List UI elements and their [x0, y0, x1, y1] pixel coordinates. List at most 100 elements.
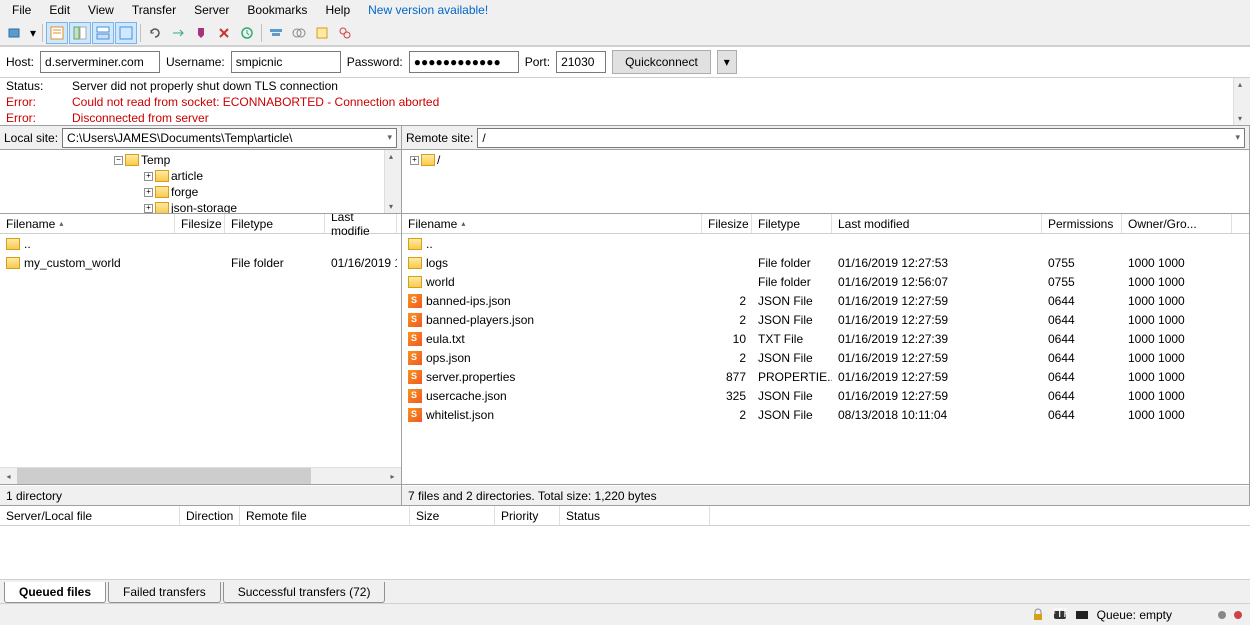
menu-transfer[interactable]: Transfer — [124, 1, 184, 19]
column-header[interactable]: Permissions — [1042, 214, 1122, 233]
tree-item[interactable]: +/ — [406, 152, 1245, 168]
toggle-log-button[interactable] — [46, 22, 68, 44]
queue-tab[interactable]: Successful transfers (72) — [223, 582, 386, 603]
sitemanager-button[interactable] — [4, 22, 26, 44]
menu-view[interactable]: View — [80, 1, 122, 19]
menu-server[interactable]: Server — [186, 1, 237, 19]
transfer-queue[interactable]: Server/Local fileDirectionRemote fileSiz… — [0, 505, 1250, 579]
remote-tree[interactable]: +/ — [402, 150, 1249, 214]
file-cell: 1000 1000 — [1122, 331, 1232, 347]
column-header[interactable]: Remote file — [240, 506, 410, 525]
menu-bookmarks[interactable]: Bookmarks — [239, 1, 315, 19]
column-header[interactable]: Filesize — [175, 214, 225, 233]
compare-button[interactable] — [288, 22, 310, 44]
tree-expand-icon[interactable]: + — [144, 172, 153, 181]
list-item[interactable]: usercache.json325JSON File01/16/2019 12:… — [402, 386, 1249, 405]
list-item[interactable]: .. — [402, 234, 1249, 253]
file-cell: 2 — [702, 293, 752, 309]
tree-expand-icon[interactable]: − — [114, 156, 123, 165]
tree-item[interactable]: +article — [4, 168, 397, 184]
column-header[interactable]: Filename▴ — [0, 214, 175, 233]
username-input[interactable] — [231, 51, 341, 73]
column-header[interactable]: Direction — [180, 506, 240, 525]
host-input[interactable] — [40, 51, 160, 73]
port-input[interactable] — [556, 51, 606, 73]
cancel-button[interactable] — [190, 22, 212, 44]
file-cell: JSON File — [752, 407, 832, 423]
quickconnect-button[interactable]: Quickconnect — [612, 50, 711, 74]
process-queue-button[interactable] — [167, 22, 189, 44]
tree-expand-icon[interactable]: + — [144, 188, 153, 197]
tree-expand-icon[interactable]: + — [410, 156, 419, 165]
refresh-button[interactable] — [144, 22, 166, 44]
remote-listview[interactable]: Filename▴FilesizeFiletypeLast modifiedPe… — [402, 214, 1249, 485]
log-scrollbar[interactable] — [1233, 78, 1250, 125]
log-message: Could not read from socket: ECONNABORTED… — [72, 94, 439, 110]
local-h-scrollbar[interactable]: ◂▸ — [0, 467, 401, 484]
list-item[interactable]: banned-players.json2JSON File01/16/2019 … — [402, 310, 1249, 329]
column-header[interactable]: Priority — [495, 506, 560, 525]
tree-item[interactable]: +forge — [4, 184, 397, 200]
sync-browse-button[interactable] — [311, 22, 333, 44]
queue-tab[interactable]: Queued files — [4, 582, 106, 603]
filter-button[interactable] — [265, 22, 287, 44]
local-listview[interactable]: Filename▴FilesizeFiletypeLast modifie ..… — [0, 214, 401, 485]
svg-text:FTP: FTP — [1053, 608, 1067, 620]
column-header[interactable]: Filetype — [225, 214, 325, 233]
log-label: Status: — [6, 78, 72, 94]
tree-item[interactable]: +json-storage — [4, 200, 397, 214]
tree-item[interactable]: −Temp — [4, 152, 397, 168]
sitemanager-dropdown[interactable]: ▾ — [27, 22, 39, 44]
log-message: Disconnected from server — [72, 110, 209, 126]
file-cell — [702, 281, 752, 283]
queue-tab[interactable]: Failed transfers — [108, 582, 221, 603]
file-cell — [832, 243, 1042, 245]
column-header[interactable]: Filetype — [752, 214, 832, 233]
column-header[interactable]: Filesize — [702, 214, 752, 233]
menu-help[interactable]: Help — [317, 1, 358, 19]
toggle-queue-button[interactable] — [92, 22, 114, 44]
file-cell — [1122, 243, 1232, 245]
file-icon — [408, 332, 422, 346]
file-cell: 01/16/2019 12:27:59 — [832, 369, 1042, 385]
password-input[interactable] — [409, 51, 519, 73]
toggle-transfers-button[interactable] — [115, 22, 137, 44]
list-item[interactable]: my_custom_worldFile folder01/16/2019 1 — [0, 253, 401, 272]
file-cell: 01/16/2019 12:27:53 — [832, 255, 1042, 271]
file-cell: 01/16/2019 12:56:07 — [832, 274, 1042, 290]
search-button[interactable] — [334, 22, 356, 44]
column-header[interactable]: Owner/Gro... — [1122, 214, 1232, 233]
list-item[interactable]: whitelist.json2JSON File08/13/2018 10:11… — [402, 405, 1249, 424]
file-icon — [408, 313, 422, 327]
tree-expand-icon[interactable]: + — [144, 204, 153, 213]
list-item[interactable]: logsFile folder01/16/2019 12:27:53075510… — [402, 253, 1249, 272]
column-header[interactable]: Filename▴ — [402, 214, 702, 233]
disconnect-button[interactable] — [213, 22, 235, 44]
column-header[interactable]: Server/Local file — [0, 506, 180, 525]
file-cell — [702, 262, 752, 264]
list-item[interactable]: worldFile folder01/16/2019 12:56:0707551… — [402, 272, 1249, 291]
list-item[interactable]: banned-ips.json2JSON File01/16/2019 12:2… — [402, 291, 1249, 310]
file-cell: 01/16/2019 12:27:39 — [832, 331, 1042, 347]
column-header[interactable]: Last modifie — [325, 214, 397, 233]
reconnect-button[interactable] — [236, 22, 258, 44]
column-header[interactable]: Size — [410, 506, 495, 525]
local-status: 1 directory — [0, 485, 401, 505]
local-tree-scrollbar[interactable] — [384, 150, 401, 213]
column-header[interactable]: Last modified — [832, 214, 1042, 233]
toggle-tree-button[interactable] — [69, 22, 91, 44]
remote-path-combo[interactable]: / — [477, 128, 1245, 148]
list-item[interactable]: server.properties877PROPERTIE...01/16/20… — [402, 367, 1249, 386]
menu-file[interactable]: File — [4, 1, 39, 19]
local-path-combo[interactable]: C:\Users\JAMES\Documents\Temp\article\ — [62, 128, 397, 148]
new-version-link[interactable]: New version available! — [360, 1, 496, 19]
file-cell: 0644 — [1042, 331, 1122, 347]
message-log[interactable]: Status:Server did not properly shut down… — [0, 78, 1250, 126]
menu-edit[interactable]: Edit — [41, 1, 78, 19]
quickconnect-history-dropdown[interactable]: ▾ — [717, 50, 737, 74]
list-item[interactable]: ops.json2JSON File01/16/2019 12:27:59064… — [402, 348, 1249, 367]
local-tree[interactable]: −Temp+article+forge+json-storage — [0, 150, 401, 214]
column-header[interactable]: Status — [560, 506, 710, 525]
list-item[interactable]: eula.txt10TXT File01/16/2019 12:27:39064… — [402, 329, 1249, 348]
folder-icon — [6, 238, 20, 250]
